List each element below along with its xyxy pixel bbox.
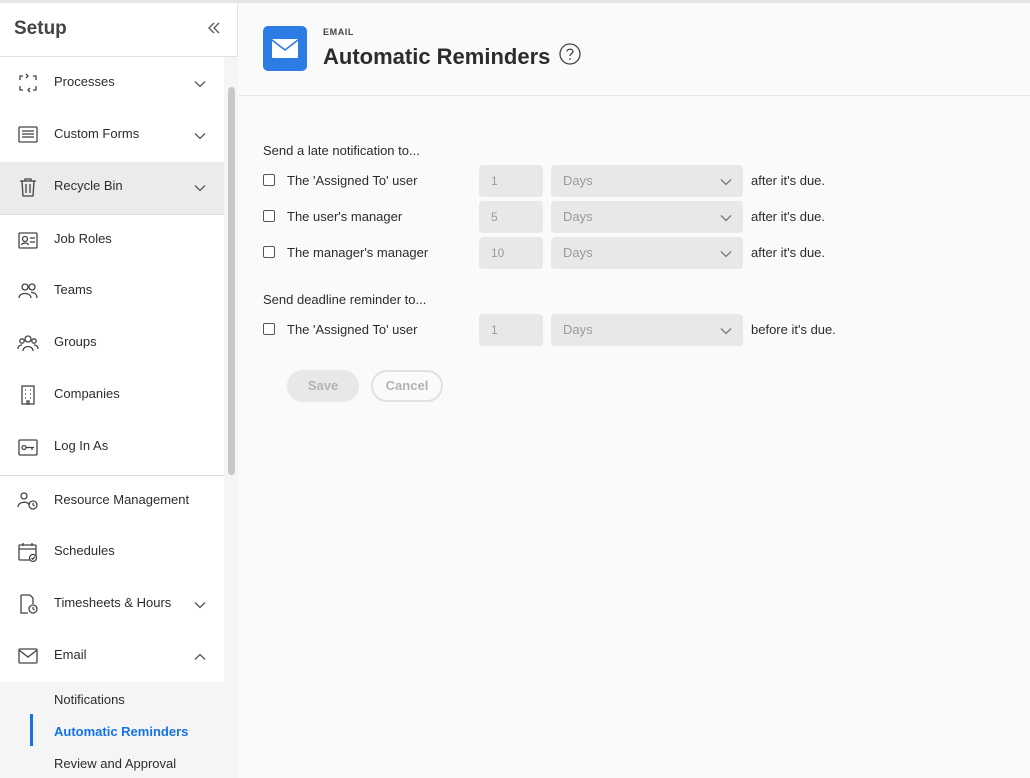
chevron-down-icon [194, 81, 206, 88]
days-number-input[interactable]: 1 [479, 314, 543, 346]
days-number-input[interactable]: 5 [479, 201, 543, 233]
row-label: The 'Assigned To' user [287, 322, 418, 337]
help-icon[interactable] [559, 43, 581, 65]
days-number-input[interactable]: 10 [479, 237, 543, 269]
late-row-users-manager: The user's manager 5 Days after it's due… [263, 201, 903, 233]
calendar-icon [18, 543, 38, 563]
deadline-row-assigned-user: The 'Assigned To' user 1 Days before it'… [263, 314, 903, 346]
sidebar-item-label: Recycle Bin [54, 178, 123, 193]
sidebar-item-label: Log In As [54, 438, 109, 453]
groups-icon [17, 335, 39, 352]
page-eyebrow: EMAIL [323, 27, 354, 37]
sidebar-item-label: Processes [54, 74, 115, 89]
sidebar-title: Setup [14, 18, 67, 39]
sidebar-item-processes[interactable]: Processes [0, 58, 224, 110]
sidebar-item-label: Groups [54, 334, 97, 349]
envelope-icon [271, 39, 299, 58]
users-manager-checkbox[interactable] [263, 210, 275, 222]
submenu-item-notifications[interactable]: Notifications [54, 692, 125, 707]
sidebar-item-email[interactable]: Email [0, 631, 224, 683]
row-label: The 'Assigned To' user [287, 173, 418, 188]
chevron-up-icon [194, 653, 206, 660]
sidebar-item-label: Schedules [54, 543, 115, 558]
chevron-down-icon [720, 179, 732, 186]
chevron-down-icon [720, 251, 732, 258]
mail-icon [18, 648, 38, 664]
submenu-item-review-and-approval[interactable]: Review and Approval [54, 756, 176, 771]
deadline-reminder-heading: Send deadline reminder to... [263, 292, 427, 307]
managers-manager-checkbox[interactable] [263, 246, 275, 258]
page-header: EMAIL Automatic Reminders [239, 3, 1030, 96]
companies-icon [21, 385, 35, 405]
resource-management-icon [17, 492, 38, 510]
row-suffix: after it's due. [751, 173, 826, 188]
timesheets-icon [20, 594, 38, 614]
sidebar-item-resource-management[interactable]: Resource Management [0, 475, 224, 527]
collapse-sidebar-icon[interactable] [204, 18, 224, 38]
sidebar-item-label: Resource Management [54, 492, 190, 507]
deadline-assigned-user-checkbox[interactable] [263, 323, 275, 335]
sidebar-item-log-in-as[interactable]: Log In As [0, 422, 224, 474]
chevron-down-icon [194, 133, 206, 140]
chevron-down-icon [194, 185, 206, 192]
sidebar-item-label: Email [54, 647, 87, 662]
job-roles-icon [18, 232, 38, 249]
row-suffix: before it's due. [751, 322, 836, 337]
trash-icon [20, 178, 36, 197]
unit-select[interactable]: Days [551, 314, 743, 346]
sidebar-item-schedules[interactable]: Schedules [0, 527, 224, 579]
row-label: The user's manager [287, 209, 403, 224]
sidebar-item-label: Custom Forms [54, 126, 140, 141]
sidebar-item-timesheets-hours[interactable]: Timesheets & Hours [0, 579, 224, 631]
sidebar-item-recycle-bin[interactable]: Recycle Bin [0, 162, 224, 214]
row-label: The manager's manager [287, 245, 429, 260]
key-icon [18, 439, 38, 456]
save-button[interactable]: Save [287, 370, 359, 402]
chevron-down-icon [194, 602, 206, 609]
late-row-assigned-user: The 'Assigned To' user 1 Days after it's… [263, 165, 903, 197]
sidebar-scrollbar-thumb[interactable] [228, 87, 235, 475]
sidebar-item-label: Companies [54, 386, 120, 401]
sidebar-item-job-roles[interactable]: Job Roles [0, 214, 224, 266]
sidebar-item-custom-forms[interactable]: Custom Forms [0, 110, 224, 162]
sidebar-item-companies[interactable]: Companies [0, 370, 224, 422]
sidebar-item-groups[interactable]: Groups [0, 318, 224, 370]
chevron-down-icon [720, 328, 732, 335]
late-row-managers-manager: The manager's manager 10 Days after it's… [263, 237, 903, 269]
teams-icon [18, 283, 38, 299]
late-notification-heading: Send a late notification to... [263, 143, 420, 158]
custom-forms-icon [18, 126, 38, 143]
sidebar-item-label: Timesheets & Hours [54, 595, 172, 610]
chevron-down-icon [720, 215, 732, 222]
days-number-input[interactable]: 1 [479, 165, 543, 197]
assigned-user-checkbox[interactable] [263, 174, 275, 186]
processes-icon [19, 73, 37, 93]
sidebar-header: Setup [0, 3, 237, 57]
submenu-item-automatic-reminders[interactable]: Automatic Reminders [54, 724, 188, 739]
unit-select[interactable]: Days [551, 201, 743, 233]
setup-sidebar: Setup Processes Custom Forms Recycle Bin [0, 3, 238, 778]
row-suffix: after it's due. [751, 245, 826, 260]
cancel-button[interactable]: Cancel [371, 370, 443, 402]
page-title: Automatic Reminders [323, 44, 551, 69]
sidebar-item-label: Teams [54, 282, 93, 297]
email-icon-tile [263, 26, 307, 71]
unit-select[interactable]: Days [551, 237, 743, 269]
sidebar-item-label: Job Roles [54, 231, 112, 246]
unit-select[interactable]: Days [551, 165, 743, 197]
row-suffix: after it's due. [751, 209, 826, 224]
sidebar-item-teams[interactable]: Teams [0, 266, 224, 318]
selected-indicator [30, 714, 33, 746]
